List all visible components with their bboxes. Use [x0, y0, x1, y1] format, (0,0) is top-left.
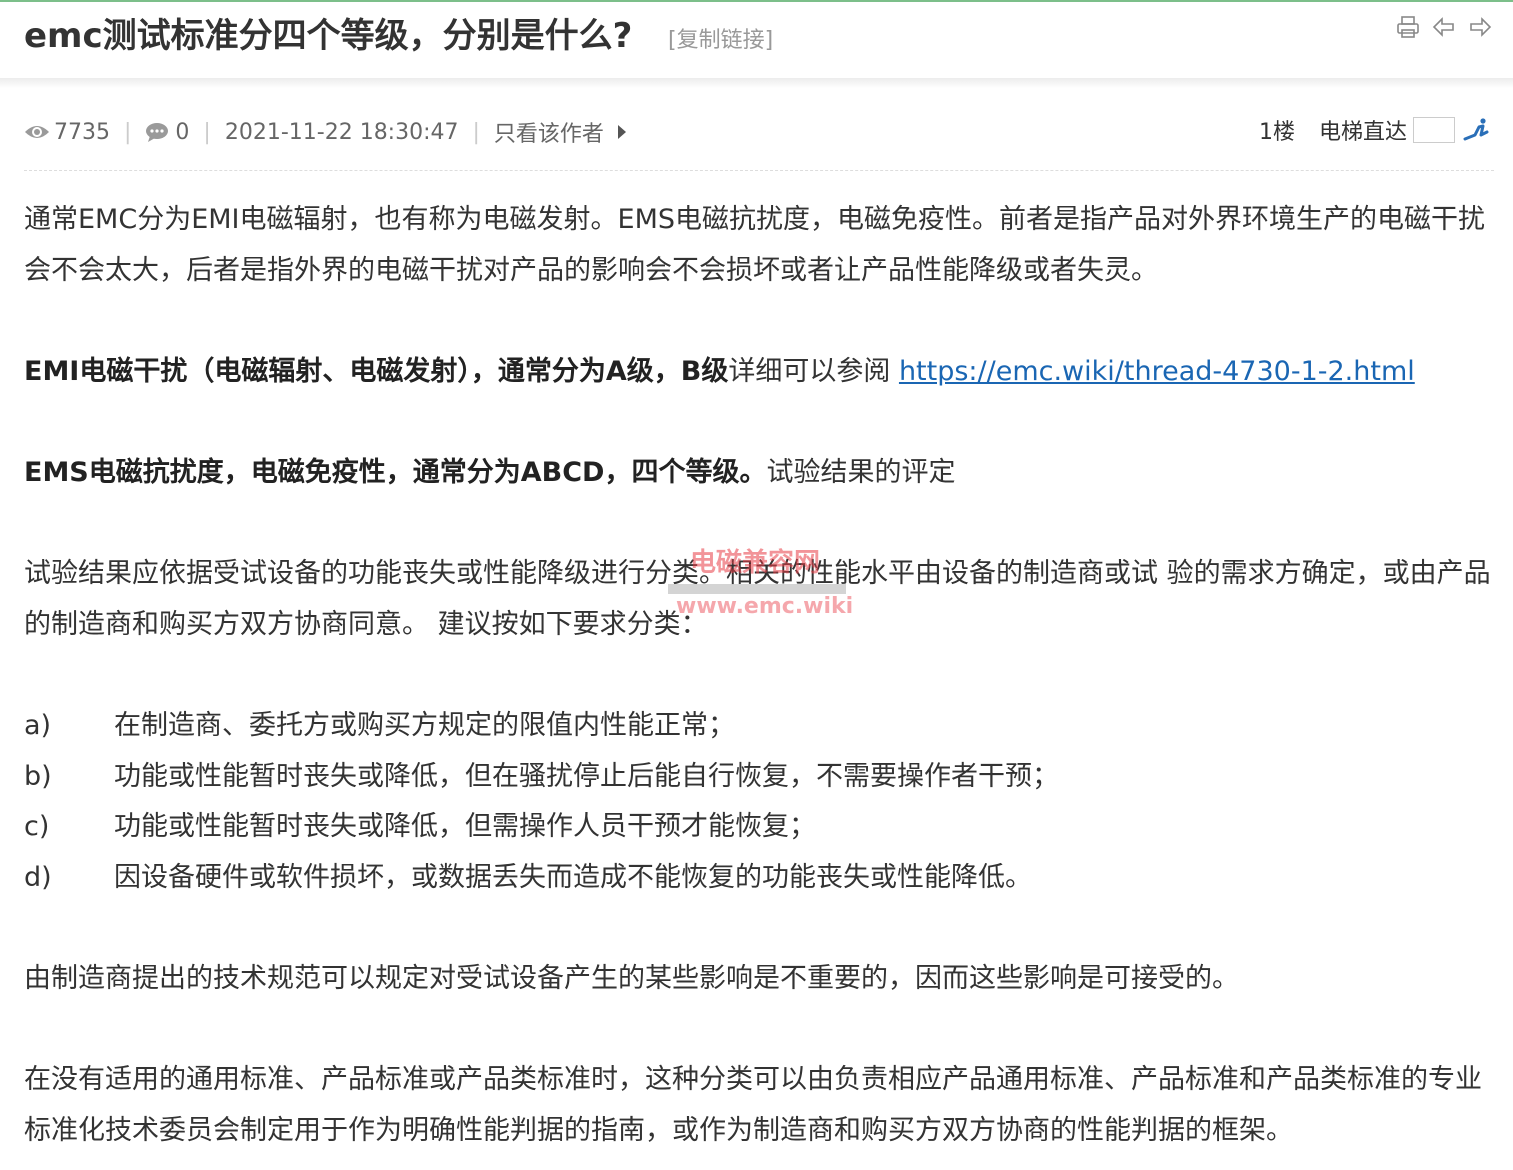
meta-separator: |: [124, 119, 132, 145]
emi-reference-link[interactable]: https://emc.wiki/thread-4730-1-2.html: [899, 356, 1415, 387]
post-datetime: 2021-11-22 18:30:47: [224, 119, 459, 145]
list-item: a) 在制造商、委托方或购买方规定的限值内性能正常；: [24, 701, 1494, 752]
thread-header: emc测试标准分四个等级，分别是什么? [复制链接]: [0, 2, 1513, 78]
jump-label: 电梯直达: [1318, 120, 1407, 145]
previous-thread-icon[interactable]: [1431, 14, 1457, 40]
copy-link-button[interactable]: [复制链接]: [668, 22, 773, 54]
meta-separator: |: [203, 119, 211, 145]
paragraph-ems: EMS电磁抗扰度，电磁免疫性，通常分为ABCD，四个等级。试验结果的评定: [24, 448, 1494, 499]
emi-text: 详细可以参阅: [728, 355, 899, 387]
paragraph-emi: EMI电磁干扰（电磁辐射、电磁发射），通常分为A级，B级详细可以参阅 https…: [24, 347, 1494, 398]
floor-number: 1楼: [1258, 120, 1295, 145]
floor-navigation: 1楼 电梯直达: [1259, 112, 1491, 148]
header-tools: [1395, 14, 1493, 40]
header-shadow: [0, 78, 1513, 88]
list-marker: a): [24, 709, 52, 741]
paragraph-intro: 通常EMC分为EMI电磁辐射，也有称为电磁发射。EMS电磁抗扰度，电磁免疫性。前…: [24, 204, 1486, 286]
list-text: 因设备硬件或软件损坏，或数据丢失而造成不能恢复的功能丧失或性能降低。: [114, 861, 1032, 893]
list-item: d) 因设备硬件或软件损坏，或数据丢失而造成不能恢复的功能丧失或性能降低。: [24, 853, 1494, 904]
print-icon[interactable]: [1395, 14, 1421, 40]
post-meta: 7735 | 0 | 2021-11-22 18:30:47 | 只看该作者: [24, 112, 626, 152]
list-marker: b): [24, 760, 52, 792]
meta-separator: |: [472, 119, 480, 145]
list-text: 功能或性能暂时丧失或降低，但需操作人员干预才能恢复；: [114, 811, 816, 843]
comment-icon: [145, 122, 171, 142]
reply-count: 0: [175, 119, 190, 145]
emi-heading: EMI电磁干扰（电磁辐射、电磁发射），通常分为A级，B级: [24, 355, 729, 387]
list-text: 功能或性能暂时丧失或降低，但在骚扰停止后能自行恢复，不需要操作者干预；: [114, 760, 1059, 792]
eye-icon: [24, 122, 50, 142]
paragraph-acceptable: 由制造商提出的技术规范可以规定对受试设备产生的某些影响是不重要的，因而这些影响是…: [24, 962, 1239, 994]
post-content: 通常EMC分为EMI电磁辐射，也有称为电磁发射。EMS电磁抗扰度，电磁免疫性。前…: [24, 195, 1494, 1156]
list-item: c) 功能或性能暂时丧失或降低，但需操作人员干预才能恢复；: [24, 802, 1494, 853]
paragraph-classification: 试验结果应依据受试设备的功能丧失或性能降级进行分类。相关的性能水平由设备的制造商…: [24, 558, 1491, 640]
next-thread-icon[interactable]: [1467, 14, 1493, 40]
ems-heading: EMS电磁抗扰度，电磁免疫性，通常分为ABCD，四个等级。: [24, 456, 767, 488]
view-count: 7735: [54, 119, 110, 145]
list-item: b) 功能或性能暂时丧失或降低，但在骚扰停止后能自行恢复，不需要操作者干预；: [24, 752, 1494, 803]
list-marker: c): [24, 811, 50, 843]
ems-text: 试验结果的评定: [766, 456, 956, 488]
meta-divider: [24, 170, 1494, 171]
caret-right-icon: [617, 125, 626, 139]
jump-floor-input[interactable]: [1413, 117, 1455, 143]
list-marker: d): [24, 861, 52, 893]
list-text: 在制造商、委托方或购买方规定的限值内性能正常；: [114, 709, 735, 741]
thread-title: emc测试标准分四个等级，分别是什么?: [24, 16, 633, 56]
only-author-link[interactable]: 只看该作者: [494, 116, 604, 148]
paragraph-guidance: 在没有适用的通用标准、产品标准或产品类标准时，这种分类可以由负责相应产品通用标准…: [24, 1064, 1482, 1146]
jump-go-icon[interactable]: [1463, 115, 1491, 145]
